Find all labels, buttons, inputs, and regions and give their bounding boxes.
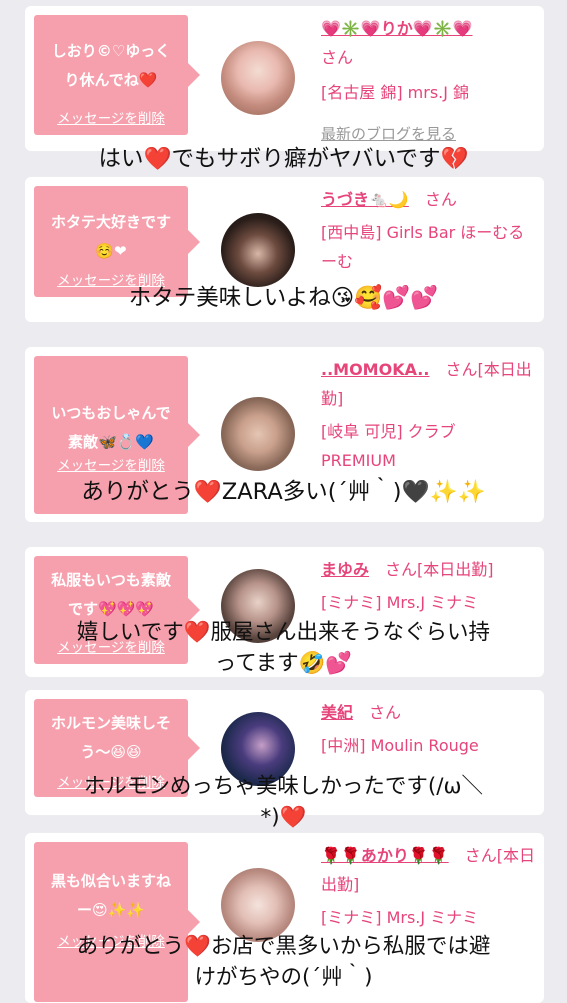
cast-name-link[interactable]: うづき🐁🌙 bbox=[321, 190, 409, 209]
cast-name-link[interactable]: 💗✳️💗りか💗✳️💗 bbox=[321, 19, 473, 38]
shop-name: [ミナミ] Mrs.J ミナミ bbox=[321, 593, 479, 612]
message-card: しおり©♡ゆっく り休んでね❤️ メッセージを削除 💗✳️💗りか💗✳️💗 さん … bbox=[25, 6, 544, 151]
cast-name-link[interactable]: ..MOMOKA.. bbox=[321, 360, 429, 379]
san-label: さん bbox=[369, 703, 402, 722]
message-bubble: ホタテ大好きです ☺️❤ メッセージを削除 bbox=[34, 186, 200, 297]
shop-name: [ミナミ] Mrs.J ミナミ bbox=[321, 908, 479, 927]
avatar[interactable] bbox=[221, 41, 295, 115]
message-text: 黒も似合いますね ー😍✨✨ bbox=[50, 872, 171, 919]
shop-name: [岐阜 可児] クラブ PREMIUM bbox=[321, 422, 456, 470]
delete-message-link[interactable]: メッセージを削除 bbox=[34, 107, 188, 127]
cast-name-link[interactable]: まゆみ bbox=[321, 560, 369, 579]
message-text: いつもおしゃんで 素敵🦋💍💙 bbox=[51, 404, 171, 451]
reply-text: 嬉しいです❤️服屋さん出来そうなぐらい持 ってます🤣💕 bbox=[76, 620, 491, 676]
latest-blog-link[interactable]: 最新のブログを見る bbox=[321, 125, 456, 143]
reply-text: ありがとう❤️ZARA多い(´艸｀)🖤✨✨ bbox=[81, 479, 486, 505]
message-text: ホタテ大好きです ☺️❤ bbox=[50, 213, 171, 260]
message-text: しおり©♡ゆっく り休んでね❤️ bbox=[51, 42, 171, 89]
shop-name: [名古屋 錦] mrs.J 錦 bbox=[321, 83, 470, 102]
message-text: 私服もいつも素敵 です💖💖💖 bbox=[51, 571, 171, 618]
san-label: さん bbox=[424, 190, 457, 209]
message-text: ホルモン美味しそ う〜😆😆 bbox=[50, 714, 171, 761]
avatar[interactable] bbox=[221, 213, 295, 287]
message-bubble: しおり©♡ゆっく り休んでね❤️ メッセージを削除 bbox=[34, 15, 200, 135]
delete-message-link[interactable]: メッセージを削除 bbox=[34, 454, 188, 474]
reply-text: はい❤️でもサボり癖がヤバいです💔 bbox=[98, 146, 469, 172]
reply-text: ありがとう❤️お店で黒多いから私服では避 けがちやの(´艸｀) bbox=[76, 934, 491, 990]
san-label: さん bbox=[321, 48, 354, 67]
reply-text: ホルモンめっちゃ美味しかったです(/ω＼ *)❤️ bbox=[83, 774, 484, 830]
cast-name-link[interactable]: 🌹🌹あかり🌹🌹 bbox=[321, 846, 449, 865]
shop-name: [西中島] Girls Bar ほーむるーむ bbox=[321, 223, 525, 271]
cast-name-link[interactable]: 美紀 bbox=[321, 703, 353, 722]
reply-text: ホタテ美味しいよね😘🥰💕💕 bbox=[128, 285, 439, 311]
shop-name: [中洲] Moulin Rouge bbox=[321, 736, 479, 755]
avatar[interactable] bbox=[221, 397, 295, 471]
san-label: さん[本日出勤] bbox=[385, 560, 494, 579]
